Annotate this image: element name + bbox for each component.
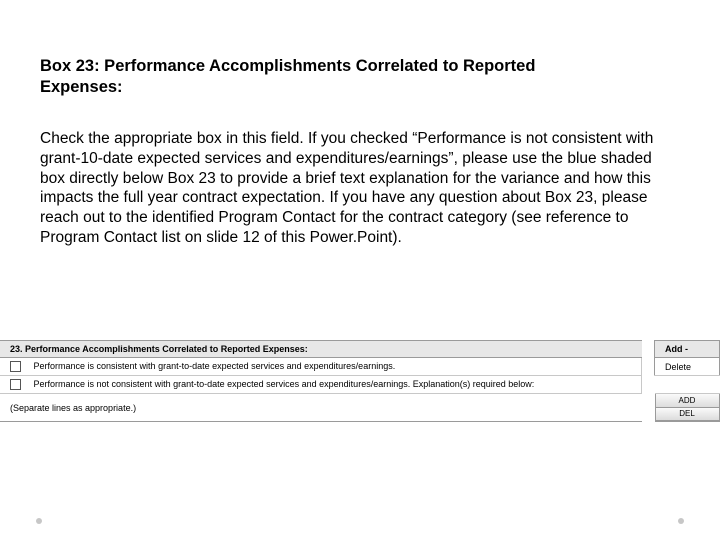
checkbox-consistent[interactable] <box>10 361 21 372</box>
spacer <box>642 341 655 358</box>
checkbox-not-consistent[interactable] <box>10 379 21 390</box>
form-header-row: 23. Performance Accomplishments Correlat… <box>0 341 720 358</box>
form-header-label: 23. Performance Accomplishments Correlat… <box>0 341 642 358</box>
side-header-add: Add - <box>665 344 688 354</box>
pager-dot-next-icon[interactable] <box>678 518 684 524</box>
form-table: 23. Performance Accomplishments Correlat… <box>0 340 720 422</box>
option2-label: Performance is not consistent with grant… <box>34 379 535 389</box>
separate-lines-label: (Separate lines as appropriate.) <box>0 394 642 422</box>
option-row-1: Performance is consistent with grant-to-… <box>0 358 720 376</box>
del-button[interactable]: DEL <box>655 408 720 422</box>
section-body: Check the appropriate box in this field.… <box>40 129 670 248</box>
separate-lines-row: (Separate lines as appropriate.) ADD DEL <box>0 394 720 422</box>
text-content: Box 23: Performance Accomplishments Corr… <box>0 0 720 248</box>
option1-label: Performance is consistent with grant-to-… <box>34 361 396 371</box>
embedded-form-box23: 23. Performance Accomplishments Correlat… <box>0 340 720 422</box>
add-button[interactable]: ADD <box>655 394 720 408</box>
slide: Box 23: Performance Accomplishments Corr… <box>0 0 720 540</box>
section-heading: Box 23: Performance Accomplishments Corr… <box>40 56 600 99</box>
pager-dots <box>0 518 720 524</box>
side-header-delete: Delete <box>655 358 720 376</box>
side-header: Add - <box>655 341 720 358</box>
pager-dot-prev-icon[interactable] <box>36 518 42 524</box>
option-row-2: Performance is not consistent with grant… <box>0 376 720 394</box>
